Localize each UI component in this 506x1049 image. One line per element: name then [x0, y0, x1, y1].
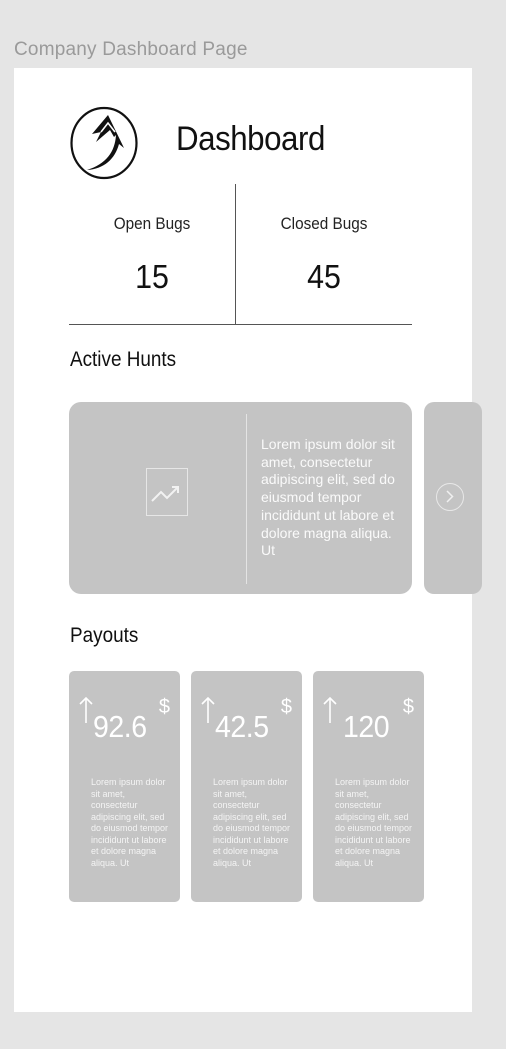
- stats-divider: [235, 184, 236, 324]
- currency-symbol: $: [158, 696, 170, 718]
- arrow-up-logo-icon: [70, 106, 138, 180]
- dashboard-page: Dashboard Open Bugs 15 Closed Bugs 45 Ac…: [14, 68, 482, 1012]
- payout-amount: 42.5: [215, 709, 269, 744]
- bug-stats: Open Bugs 15 Closed Bugs 45: [69, 184, 412, 325]
- payout-amount: 120: [343, 709, 390, 744]
- payout-amount: 92.6: [93, 709, 147, 744]
- active-hunts-title: Active Hunts: [70, 348, 177, 371]
- payout-card[interactable]: 42.5 $ Lorem ipsum dolor sit amet, conse…: [191, 671, 302, 902]
- currency-symbol: $: [402, 696, 414, 718]
- hunt-description: Lorem ipsum dolor sit amet, consectetur …: [261, 436, 395, 559]
- active-hunt-card[interactable]: Lorem ipsum dolor sit amet, consectetur …: [69, 402, 412, 594]
- payout-card[interactable]: 120 $ Lorem ipsum dolor sit amet, consec…: [313, 671, 424, 902]
- payout-description: Lorem ipsum dolor sit amet, consectetur …: [91, 777, 169, 868]
- closed-bugs-label: Closed Bugs: [280, 214, 368, 233]
- chevron-right-icon[interactable]: [436, 483, 464, 511]
- open-bugs-label: Open Bugs: [113, 214, 191, 233]
- trending-up-icon: [151, 486, 179, 502]
- arrow-up-icon: [323, 696, 337, 723]
- card-divider: [246, 414, 247, 584]
- payout-description: Lorem ipsum dolor sit amet, consectetur …: [213, 777, 291, 868]
- payout-description: Lorem ipsum dolor sit amet, consectetur …: [335, 777, 413, 868]
- frame-label: Company Dashboard Page: [14, 39, 248, 60]
- payout-card[interactable]: 92.6 $ Lorem ipsum dolor sit amet, conse…: [69, 671, 180, 902]
- currency-symbol: $: [280, 696, 292, 718]
- chart-placeholder: [146, 468, 188, 516]
- open-bugs-count: 15: [135, 258, 169, 295]
- arrow-up-icon: [79, 696, 93, 723]
- payouts-title: Payouts: [70, 624, 139, 647]
- closed-bugs-count: 45: [307, 258, 341, 295]
- page-title: Dashboard: [176, 120, 325, 158]
- arrow-up-icon: [201, 696, 215, 723]
- next-hunt-card[interactable]: [424, 402, 482, 594]
